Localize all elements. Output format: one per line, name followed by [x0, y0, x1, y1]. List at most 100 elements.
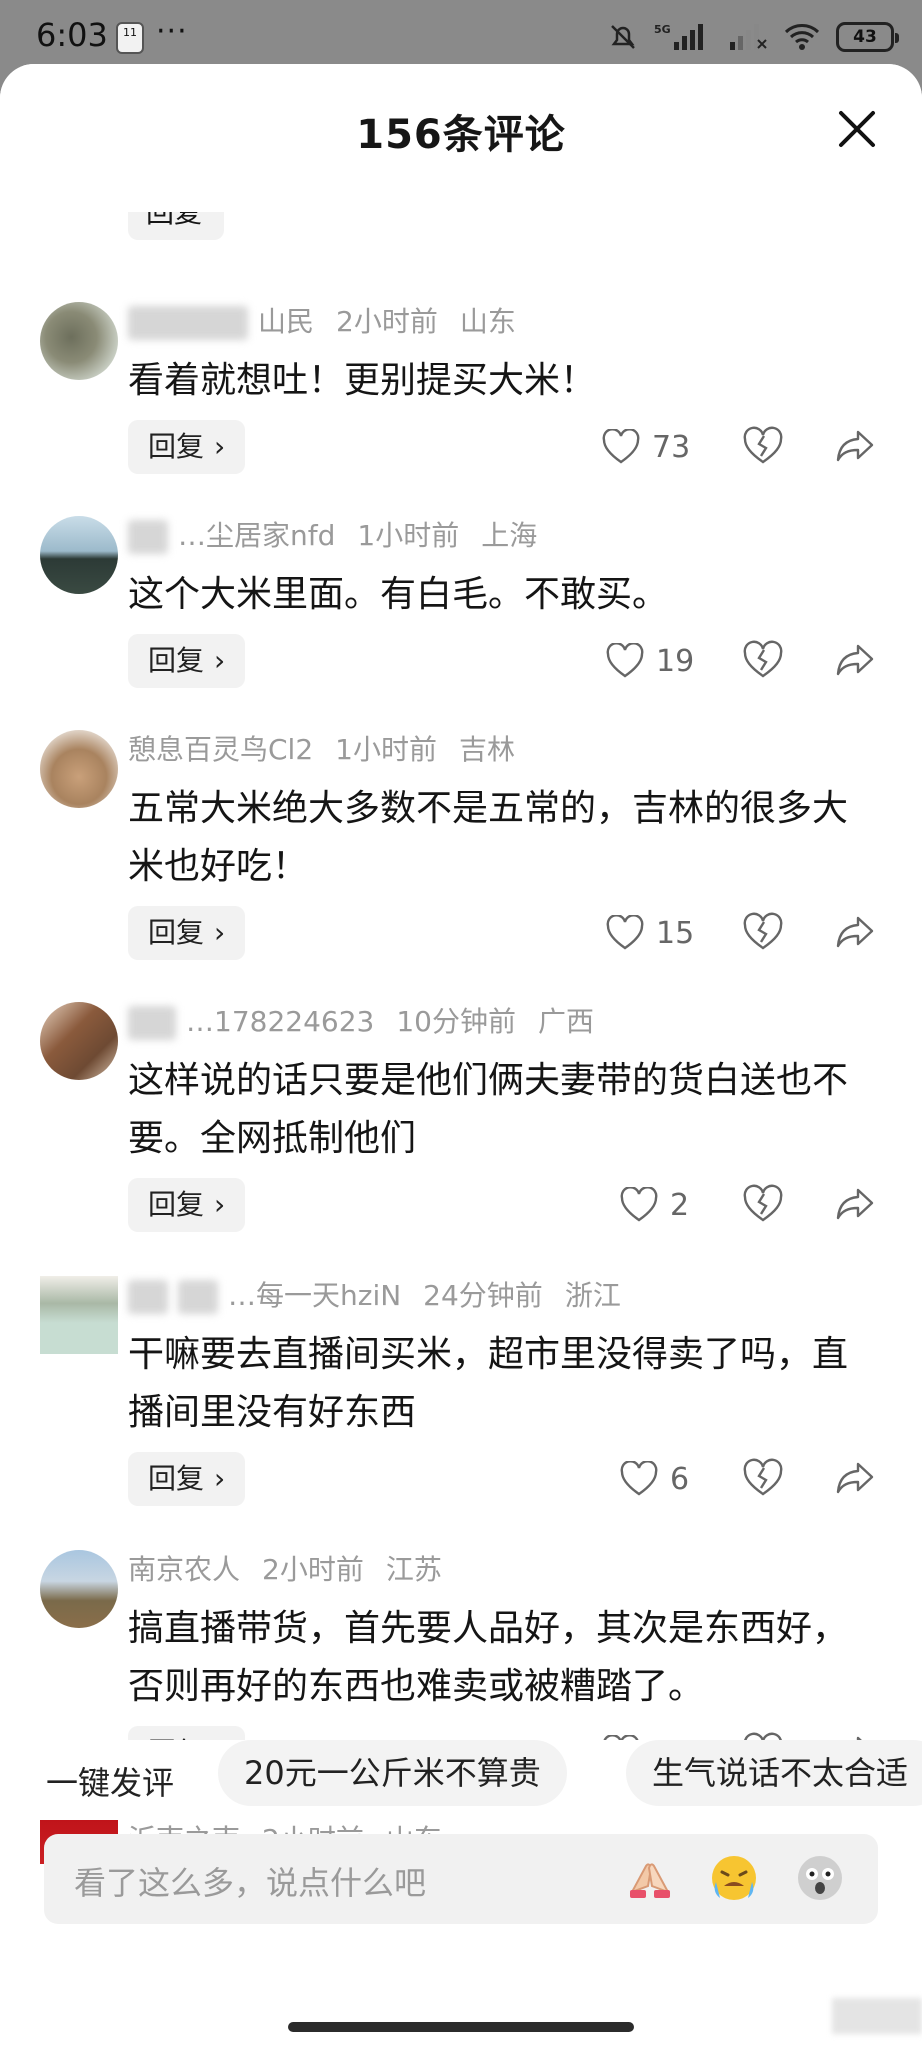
- share-button[interactable]: [834, 1184, 876, 1226]
- comment-input-placeholder: 看了这么多，说点什么吧: [74, 1864, 427, 1902]
- mute-icon: [608, 22, 638, 52]
- comment-meta: 山民 2小时前 山东: [128, 302, 538, 342]
- avatar[interactable]: [40, 1550, 118, 1628]
- comment-actions: 回复 › 73: [128, 420, 888, 474]
- dislike-button[interactable]: [742, 1458, 784, 1500]
- comment-text: 干嘛要去直播间买米，超市里没得卖了吗，直播间里没有好东西: [128, 1334, 849, 1433]
- quick-comment-chip[interactable]: 生气说话不太合适: [626, 1740, 922, 1806]
- chevron-right-icon: ›: [214, 916, 226, 949]
- svg-text:5G: 5G: [654, 23, 671, 36]
- comment-location: 浙江: [564, 1279, 621, 1312]
- comment-time: 2小时前: [262, 1553, 364, 1586]
- username[interactable]: …178224623: [186, 1005, 374, 1038]
- comment-text: 五常大米绝大多数不是五常的，吉林的很多大米也好吃！: [128, 788, 849, 887]
- like-count: 6: [670, 1461, 690, 1497]
- username[interactable]: …每一天hziN: [228, 1279, 401, 1312]
- like-button[interactable]: 73: [602, 426, 690, 468]
- share-button[interactable]: [834, 912, 876, 954]
- share-arrow-icon: [836, 916, 874, 948]
- more-notifications-icon: ···: [156, 14, 188, 49]
- avatar[interactable]: [40, 1276, 118, 1354]
- broken-heart-icon: [743, 1458, 783, 1496]
- like-count: 2: [670, 1187, 690, 1223]
- comment-time: 1小时前: [335, 733, 437, 766]
- broken-heart-icon: [743, 912, 783, 950]
- like-count: 73: [652, 429, 691, 465]
- signal-5g-icon: 5G: [654, 22, 712, 52]
- comment-meta: 憩息百灵鸟Cl2 1小时前 吉林: [128, 730, 537, 770]
- chevron-right-icon: ›: [214, 430, 226, 463]
- heart-icon: [606, 915, 644, 950]
- comment-actions: 回复 › 6: [128, 1452, 888, 1506]
- like-button[interactable]: 15: [606, 912, 694, 954]
- comment-meta: …每一天hziN 24分钟前 浙江: [128, 1276, 643, 1316]
- comment-location: 广西: [537, 1005, 594, 1038]
- heart-icon: [602, 429, 640, 464]
- reply-button[interactable]: 回复›: [128, 1178, 246, 1232]
- dislike-button[interactable]: [742, 640, 784, 682]
- comment-time: 1小时前: [357, 519, 460, 552]
- comment-location: 山东: [459, 305, 516, 338]
- close-button[interactable]: [832, 104, 882, 154]
- like-count: 19: [656, 643, 695, 679]
- dislike-button[interactable]: [742, 1184, 784, 1226]
- battery-icon: 43: [836, 22, 899, 52]
- comment-input[interactable]: 看了这么多，说点什么吧: [44, 1834, 878, 1924]
- chevron-right-icon: ›: [214, 1462, 226, 1495]
- shocked-face-icon[interactable]: [794, 1852, 846, 1904]
- reply-button[interactable]: 回复›: [128, 420, 246, 474]
- avatar[interactable]: [40, 302, 118, 380]
- heart-icon: [606, 643, 644, 678]
- quick-comment-chip[interactable]: 20元一公斤米不算贵: [218, 1740, 567, 1806]
- share-button[interactable]: [834, 426, 876, 468]
- dislike-button[interactable]: [742, 912, 784, 954]
- share-button[interactable]: [834, 640, 876, 682]
- chevron-right-icon: ›: [214, 1188, 226, 1221]
- comment-meta: …178224623 10分钟前 广西: [128, 1002, 616, 1042]
- share-arrow-icon: [836, 1188, 874, 1220]
- comment-location: 江苏: [385, 1553, 442, 1586]
- username[interactable]: 南京农人: [128, 1553, 240, 1586]
- username[interactable]: …尘居家nfd: [178, 519, 335, 552]
- like-button[interactable]: 19: [606, 640, 694, 682]
- comment-time: 10分钟前: [396, 1005, 516, 1038]
- heart-icon: [620, 1187, 658, 1222]
- share-arrow-icon: [836, 430, 874, 462]
- chevron-right-icon: ›: [214, 644, 226, 677]
- comment-actions: 回复 › 2: [128, 1178, 888, 1232]
- avatar[interactable]: [40, 516, 118, 594]
- crying-face-icon[interactable]: [708, 1852, 760, 1904]
- page-title: 156条评论: [356, 112, 566, 158]
- quick-comment-label: 一键发评: [46, 1764, 175, 1802]
- previous-reply-button[interactable]: 回复: [128, 212, 238, 242]
- dislike-button[interactable]: [742, 426, 784, 468]
- broken-heart-icon: [743, 426, 783, 464]
- avatar[interactable]: [40, 730, 118, 808]
- reply-button[interactable]: 回复›: [128, 906, 246, 960]
- notification-badge-icon: 11: [116, 22, 144, 54]
- reply-button[interactable]: 回复›: [128, 634, 246, 688]
- like-button[interactable]: 6: [620, 1458, 689, 1500]
- wifi-icon: [784, 22, 820, 52]
- comment-time: 2小时前: [336, 305, 438, 338]
- comment-location: 上海: [481, 519, 538, 552]
- signal-weak-icon: [728, 22, 768, 52]
- comment-text: 看着就想吐！更别提买大米！: [128, 360, 597, 401]
- watermark-blur: [832, 1998, 922, 2034]
- status-bar: 6:03 11 ··· 5G 43: [0, 0, 922, 72]
- share-button[interactable]: [834, 1458, 876, 1500]
- quick-comment-bar: 一键发评 20元一公斤米不算贵 生气说话不太合适: [0, 1740, 922, 1816]
- username[interactable]: 山民: [258, 305, 314, 338]
- pray-hands-icon[interactable]: [624, 1852, 676, 1904]
- like-button[interactable]: 2: [620, 1184, 689, 1226]
- comment-text: 这样说的话只要是他们俩夫妻带的货白送也不要。全网抵制他们: [128, 1060, 849, 1159]
- share-arrow-icon: [836, 1462, 874, 1494]
- comment-list[interactable]: 回复 山民 2小时前 山东 看着就想吐！更别提买大米！ 回复 › 73 …尘居家…: [0, 174, 922, 1864]
- reply-button[interactable]: 回复›: [128, 1452, 246, 1506]
- username[interactable]: 憩息百灵鸟Cl2: [128, 733, 313, 766]
- avatar[interactable]: [40, 1002, 118, 1080]
- sheet-header: 156条评论: [0, 64, 922, 194]
- close-icon: [839, 111, 875, 147]
- comment-actions: 回复 › 19: [128, 634, 888, 688]
- home-indicator[interactable]: [288, 2022, 634, 2032]
